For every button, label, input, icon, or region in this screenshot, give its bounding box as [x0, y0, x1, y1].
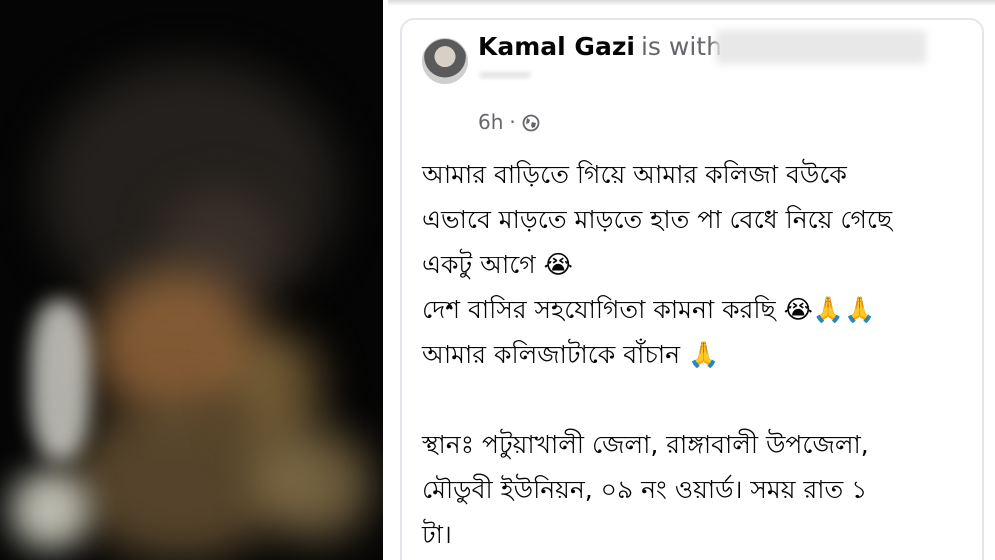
post-meta: 6h ·	[478, 110, 540, 134]
post-line: স্থানঃ পটুয়াখালী জেলা, রাঙ্গাবালী উপজেল…	[422, 430, 869, 459]
post-line: এভাবে মাড়তে মাড়তে হাত পা বেধে নিয়ে গে…	[422, 205, 893, 234]
post-header: Kamal Gazi is with	[478, 32, 722, 61]
post-line: টা।	[422, 520, 452, 549]
meta-separator: ·	[509, 110, 516, 134]
post-body: আমার বাড়িতে গিয়ে আমার কলিজা বউকে এভাবে…	[422, 152, 982, 557]
author-name[interactable]: Kamal Gazi	[478, 32, 635, 61]
post-line: মৌডুবী ইউনিয়ন, ০৯ নং ওয়ার্ড। সময় রাত …	[422, 475, 868, 504]
redacted-tagged-name	[716, 30, 926, 64]
post-line: আমার কলিজাটাকে বাঁচান 🙏	[422, 340, 720, 369]
globe-icon	[522, 113, 540, 132]
with-label: is with	[640, 32, 722, 61]
blurred-video-frame	[0, 0, 383, 560]
post-line: দেশ বাসির সহযোগিতা কামনা করছি 😭🙏🙏	[422, 295, 876, 324]
post-line-blank	[422, 377, 982, 422]
author-avatar[interactable]	[422, 38, 468, 84]
redacted-subtext	[480, 72, 530, 78]
facebook-post: Kamal Gazi is with 6h · আমার বাড়িতে গিয়…	[388, 0, 995, 560]
post-line: আমার বাড়িতে গিয়ে আমার কলিজা বউকে	[422, 160, 847, 189]
post-line: একটু আগে 😭	[422, 250, 573, 279]
post-timestamp[interactable]: 6h	[478, 110, 503, 134]
screenshot-composite: Kamal Gazi is with 6h · আমার বাড়িতে গিয়…	[0, 0, 995, 560]
